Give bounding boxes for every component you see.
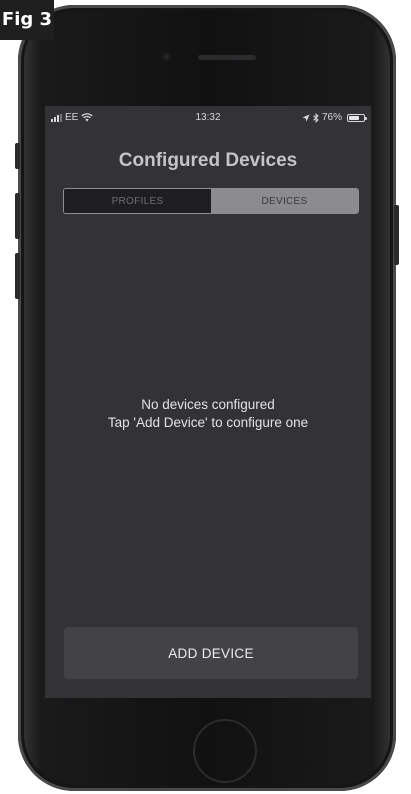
earpiece-speaker — [198, 55, 256, 60]
status-right: 76% — [302, 112, 367, 123]
add-device-button[interactable]: ADD DEVICE — [64, 627, 358, 679]
home-button[interactable] — [193, 719, 257, 783]
status-bar: EE 13:32 76% — [45, 106, 371, 130]
front-camera — [162, 52, 171, 61]
volume-down-button — [15, 253, 20, 299]
battery-cap — [365, 116, 367, 120]
app-screen: EE 13:32 76% Configured Devices PROFILES… — [45, 106, 371, 698]
volume-up-button — [15, 193, 20, 239]
battery-icon — [347, 113, 367, 122]
battery-level-fill — [349, 115, 360, 120]
empty-state-message: No devices configured Tap 'Add Device' t… — [45, 396, 371, 432]
empty-state-line-2: Tap 'Add Device' to configure one — [107, 415, 309, 430]
segmented-control: PROFILES DEVICES — [63, 188, 359, 214]
figure: Fig 3 EE 13:32 76% Configured Devices PR… — [0, 0, 411, 794]
figure-label: Fig 3 — [0, 0, 54, 40]
power-button — [394, 205, 399, 265]
location-arrow-icon — [302, 114, 310, 121]
bluetooth-icon — [313, 112, 319, 123]
mute-switch — [15, 143, 20, 169]
empty-state-line-1: No devices configured — [141, 397, 275, 412]
tab-profiles[interactable]: PROFILES — [64, 189, 211, 213]
tab-devices[interactable]: DEVICES — [211, 189, 358, 213]
page-title: Configured Devices — [118, 150, 298, 171]
battery-percentage: 76% — [321, 112, 342, 123]
